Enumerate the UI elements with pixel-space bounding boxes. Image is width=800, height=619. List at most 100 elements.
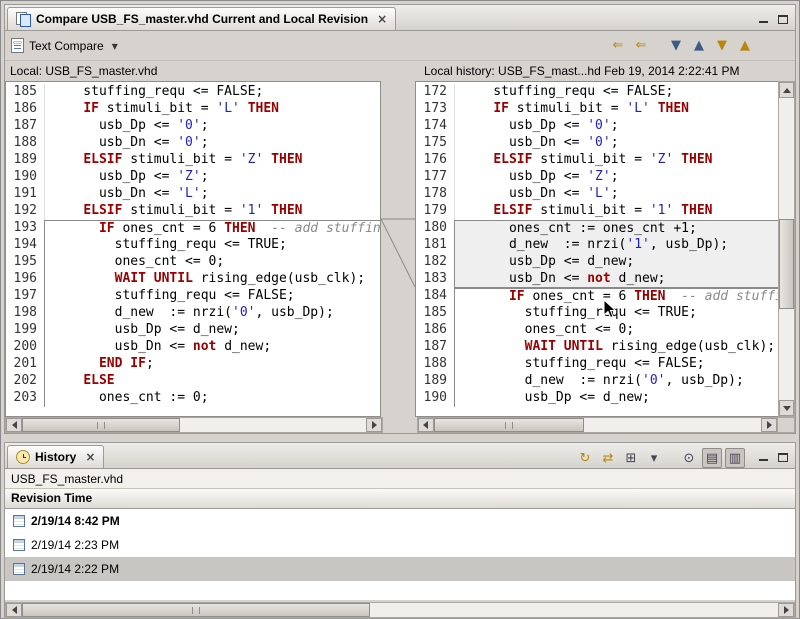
code-line[interactable]: 185 stuffing_requ <= FALSE;	[6, 84, 380, 101]
code-line[interactable]: 185 stuffing_requ <= TRUE;	[416, 305, 778, 322]
revision-row[interactable]: 2/19/14 2:22 PM	[5, 557, 795, 581]
code-line[interactable]: 186 ones_cnt <= 0;	[416, 322, 778, 339]
code-line[interactable]: 196 WAIT UNTIL rising_edge(usb_clk);	[6, 271, 380, 288]
code-line[interactable]: 193 IF ones_cnt = 6 THEN -- add stuffing	[6, 220, 380, 237]
previous-change-icon[interactable]: ▲	[735, 36, 755, 56]
refresh-icon[interactable]: ↻	[575, 448, 595, 468]
compare-mode-icon[interactable]: ⊞	[621, 448, 641, 468]
scroll-left-arrow[interactable]	[6, 418, 22, 432]
scroll-left-arrow[interactable]	[6, 603, 22, 617]
compare-icon	[16, 12, 31, 27]
line-number: 174	[416, 118, 454, 135]
code-text: usb_Dn <= 'L';	[454, 186, 778, 203]
line-number: 186	[6, 101, 44, 118]
sash[interactable]	[4, 434, 796, 442]
scroll-left-arrow[interactable]	[418, 418, 434, 432]
right-horizontal-scrollbar[interactable]	[417, 417, 778, 433]
copy-current-right-to-left-icon[interactable]: ⇐	[631, 36, 651, 56]
compare-editor-tab[interactable]: Compare USB_FS_master.vhd Current and Lo…	[7, 7, 396, 30]
copy-all-right-to-left-icon[interactable]: ⇐	[608, 36, 628, 56]
code-text: ELSIF stimuli_bit = '1' THEN	[44, 203, 380, 220]
line-number: 177	[416, 169, 454, 186]
link-with-editor-icon[interactable]: ⇄	[598, 448, 618, 468]
code-line[interactable]: 195 ones_cnt <= 0;	[6, 254, 380, 271]
code-text: ELSIF stimuli_bit = '1' THEN	[454, 203, 778, 220]
code-line[interactable]: 177 usb_Dp <= 'Z';	[416, 169, 778, 186]
close-tab-icon[interactable]: ×	[377, 12, 387, 26]
code-line[interactable]: 187 WAIT UNTIL rising_edge(usb_clk);	[416, 339, 778, 356]
maximize-button[interactable]	[777, 451, 789, 462]
code-line[interactable]: 198 d_new := nrzi('0', usb_Dp);	[6, 305, 380, 322]
horizontal-scroll-thumb[interactable]	[22, 418, 180, 432]
pin-view-icon[interactable]: ⊙	[679, 448, 699, 468]
code-line[interactable]: 187 usb_Dp <= '0';	[6, 118, 380, 135]
code-line[interactable]: 189 ELSIF stimuli_bit = 'Z' THEN	[6, 152, 380, 169]
scroll-right-arrow[interactable]	[761, 418, 777, 432]
code-line[interactable]: 186 IF stimuli_bit = 'L' THEN	[6, 101, 380, 118]
code-line[interactable]: 203 ones_cnt := 0;	[6, 390, 380, 407]
code-line[interactable]: 197 stuffing_requ <= FALSE;	[6, 288, 380, 305]
scroll-down-arrow[interactable]	[779, 400, 794, 416]
code-line[interactable]: 181 d_new := nrzi('1', usb_Dp);	[416, 237, 778, 254]
code-line[interactable]: 201 END IF;	[6, 356, 380, 373]
code-line[interactable]: 182 usb_Dp <= d_new;	[416, 254, 778, 271]
history-tab[interactable]: History ×	[7, 445, 104, 468]
next-change-icon[interactable]: ▼	[712, 36, 732, 56]
scroll-up-arrow[interactable]	[779, 82, 794, 98]
code-line[interactable]: 194 stuffing_requ <= TRUE;	[6, 237, 380, 254]
view-menu-dropdown-icon[interactable]: ▾	[109, 39, 121, 53]
code-line[interactable]: 202 ELSE	[6, 373, 380, 390]
code-line[interactable]: 190 usb_Dp <= d_new;	[416, 390, 778, 407]
code-line[interactable]: 192 ELSIF stimuli_bit = '1' THEN	[6, 203, 380, 220]
group-by-date-toggle[interactable]: ▤	[702, 448, 722, 468]
code-line[interactable]: 178 usb_Dn <= 'L';	[416, 186, 778, 203]
code-line[interactable]: 176 ELSIF stimuli_bit = 'Z' THEN	[416, 152, 778, 169]
code-line[interactable]: 173 IF stimuli_bit = 'L' THEN	[416, 101, 778, 118]
code-text: IF ones_cnt = 6 THEN -- add stuffing	[454, 288, 778, 305]
code-line[interactable]: 200 usb_Dn <= not d_new;	[6, 339, 380, 356]
code-line[interactable]: 183 usb_Dn <= not d_new;	[416, 271, 778, 288]
left-horizontal-scrollbar[interactable]	[5, 417, 383, 433]
history-view: History × ↻⇄⊞▾⊙▤▥ USB_FS_master.vhd Revi…	[4, 442, 796, 619]
editor-tab-title: Compare USB_FS_master.vhd Current and Lo…	[36, 12, 368, 26]
revision-time-column-header[interactable]: Revision Time	[5, 489, 795, 509]
code-line[interactable]: 180 ones_cnt := ones_cnt +1;	[416, 220, 778, 237]
code-text: d_new := nrzi('0', usb_Dp);	[44, 305, 380, 322]
code-line[interactable]: 199 usb_Dp <= d_new;	[6, 322, 380, 339]
code-text: usb_Dn <= '0';	[44, 135, 380, 152]
close-tab-icon[interactable]: ×	[85, 450, 95, 464]
code-line[interactable]: 188 stuffing_requ <= FALSE;	[416, 356, 778, 373]
horizontal-scroll-thumb[interactable]	[22, 603, 370, 617]
code-line[interactable]: 189 d_new := nrzi('0', usb_Dp);	[416, 373, 778, 390]
code-text: usb_Dn <= not d_new;	[44, 339, 380, 356]
vertical-scroll-thumb[interactable]	[779, 219, 794, 310]
code-line[interactable]: 188 usb_Dn <= '0';	[6, 135, 380, 152]
code-line[interactable]: 175 usb_Dn <= '0';	[416, 135, 778, 152]
code-text: usb_Dn <= 'L';	[44, 186, 380, 203]
minimize-button[interactable]	[757, 451, 769, 462]
right-vertical-scrollbar[interactable]	[778, 81, 795, 417]
line-number: 192	[6, 203, 44, 220]
code-line[interactable]: 191 usb_Dn <= 'L';	[6, 186, 380, 203]
code-line[interactable]: 172 stuffing_requ <= FALSE;	[416, 84, 778, 101]
revision-row[interactable]: 2/19/14 8:42 PM	[5, 509, 795, 533]
next-difference-icon[interactable]: ▼	[666, 36, 686, 56]
history-horizontal-scrollbar[interactable]	[5, 602, 795, 618]
horizontal-scroll-thumb[interactable]	[434, 418, 584, 432]
minimize-button[interactable]	[757, 13, 769, 24]
code-line[interactable]: 184 IF ones_cnt = 6 THEN -- add stuffing	[416, 288, 778, 305]
left-code-pane[interactable]: 185 stuffing_requ <= FALSE;186 IF stimul…	[5, 81, 381, 417]
scroll-right-arrow[interactable]	[778, 603, 794, 617]
previous-difference-icon[interactable]: ▲	[689, 36, 709, 56]
scroll-right-arrow[interactable]	[366, 418, 382, 432]
filter-menu-dropdown-icon[interactable]: ▾	[644, 448, 664, 468]
right-code-pane[interactable]: 172 stuffing_requ <= FALSE;173 IF stimul…	[415, 81, 778, 417]
code-line[interactable]: 190 usb_Dp <= 'Z';	[6, 169, 380, 186]
code-line[interactable]: 179 ELSIF stimuli_bit = '1' THEN	[416, 203, 778, 220]
revision-row[interactable]: 2/19/14 2:23 PM	[5, 533, 795, 557]
compare-scroll-row	[5, 417, 795, 433]
compare-viewer-toggle[interactable]: ▥	[725, 448, 745, 468]
code-text: stuffing_requ <= FALSE;	[44, 288, 380, 305]
maximize-button[interactable]	[777, 13, 789, 24]
code-line[interactable]: 174 usb_Dp <= '0';	[416, 118, 778, 135]
